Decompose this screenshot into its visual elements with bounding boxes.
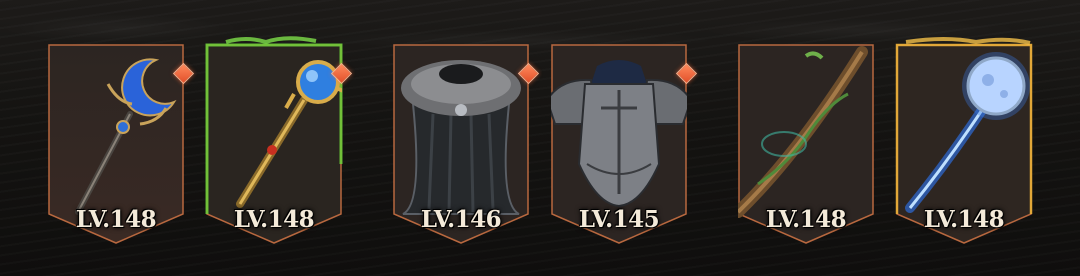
item-level: LV.148 xyxy=(765,206,847,233)
item-level: LV.145 xyxy=(578,206,660,233)
equipment-slot-crescent-staff[interactable]: LV.148 xyxy=(48,44,195,244)
item-level: LV.148 xyxy=(923,206,1005,233)
equipment-slot-vine-staff[interactable]: LV.148 xyxy=(738,44,874,244)
equipment-row: LV.148 LV.148 LV.146 LV.145 LV.148 LV.14… xyxy=(0,0,1080,276)
equipment-slot-fur-cloak[interactable]: LV.146 xyxy=(393,44,540,244)
item-level: LV.146 xyxy=(420,206,502,233)
equipment-slot-orb-scepter[interactable]: LV.148 xyxy=(205,36,353,244)
equipment-slot-moon-staff[interactable]: LV.148 xyxy=(895,37,1033,244)
item-level: LV.148 xyxy=(75,206,157,233)
equipment-slot-plate-chest[interactable]: LV.145 xyxy=(551,44,698,244)
item-level: LV.148 xyxy=(233,206,315,233)
